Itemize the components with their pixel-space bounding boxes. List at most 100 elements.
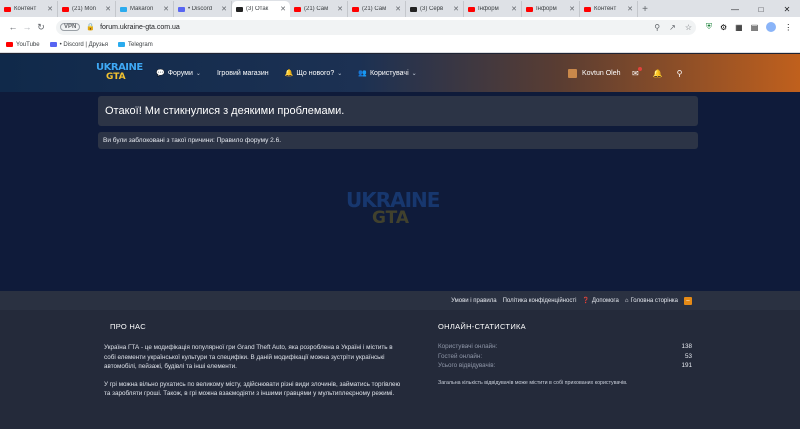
bookmarks-bar: YouTube • Discord | Друзья Telegram (0, 37, 800, 53)
url-text[interactable]: forum.ukraine-gta.com.ua (100, 24, 180, 31)
main-nav: 💬 Форуми ⌄ Ігровий магазин 🔔 Що нового? ⌄ 👥 Кори… (156, 54, 417, 92)
stat-row: Гостей онлайн: 53 (438, 352, 692, 360)
tab-close-icon[interactable]: ✕ (569, 5, 575, 13)
extension-shield-icon[interactable]: ⛨ (706, 22, 712, 32)
help-icon: ❓ (582, 298, 590, 304)
tab-label: Інформ (536, 6, 557, 12)
tab-close-icon[interactable]: ✕ (511, 5, 517, 13)
user-menu[interactable]: Kovtun Oleh (568, 54, 621, 92)
maximize-icon[interactable]: □ (748, 1, 774, 17)
browser-tab[interactable]: Контент ✕ (0, 1, 58, 17)
nav-item[interactable]: 🔔 Що нового? ⌄ (284, 69, 343, 78)
sidebar-icon[interactable]: ▤ (751, 23, 759, 32)
nav-item[interactable]: 👥 Користувачі ⌄ (358, 69, 417, 78)
home-icon: ⌂ (624, 297, 629, 304)
browser-tab[interactable]: • Discord ✕ (174, 1, 232, 17)
profile-avatar-icon[interactable] (766, 22, 777, 32)
footer-link-home[interactable]: ⌂ Головна сторінка (625, 298, 678, 304)
window-controls: — □ ✕ (722, 1, 800, 17)
close-window-icon[interactable]: ✕ (774, 1, 800, 17)
bookmark-favicon-icon (118, 42, 126, 47)
chevron-down-icon[interactable]: ⌄ (337, 70, 342, 77)
tab-close-icon[interactable]: ✕ (280, 5, 286, 13)
bookmark-item[interactable]: YouTube (6, 42, 40, 48)
tab-label: (21) Сам (304, 6, 329, 12)
tab-favicon-icon (4, 6, 11, 12)
zoom-icon[interactable]: ⚲ (654, 23, 660, 32)
reload-icon[interactable]: ↻ (34, 22, 48, 33)
alerts-icon[interactable]: 🔔 (653, 69, 663, 78)
tab-close-icon[interactable]: ✕ (163, 5, 169, 13)
bookmark-label: YouTube (16, 41, 40, 48)
browser-tab[interactable]: (21) Сам ✕ (290, 1, 348, 17)
tab-close-icon[interactable]: ✕ (105, 5, 111, 13)
main-content: Отакої! Ми стикнулися з деякими проблема… (0, 92, 800, 291)
footer-link-terms[interactable]: Умови і правила (451, 298, 497, 304)
tab-close-icon[interactable]: ✕ (453, 5, 459, 13)
footer-links-bar: Умови і правила Політика конфіденційност… (0, 291, 800, 310)
error-title: Отакої! Ми стикнулися з деякими проблема… (98, 96, 698, 126)
omnibox[interactable]: VPN 🔒 forum.ukraine-gta.com.ua ⚲ ↗ ☆ (56, 19, 696, 35)
tab-label: (21) Mon (72, 6, 97, 12)
user-avatar[interactable] (568, 68, 577, 78)
bell-icon: 🔔 (284, 70, 294, 77)
bookmark-label: Telegram (128, 41, 153, 48)
search-icon[interactable]: ⚲ (677, 69, 683, 78)
stats-note: Загальна кількість відвідувачів може міс… (438, 379, 628, 386)
chevron-down-icon[interactable]: ⌄ (196, 70, 201, 77)
bookmark-item[interactable]: • Discord | Друзья (49, 42, 108, 48)
extension-icon[interactable]: ⚙ (720, 23, 727, 32)
tab-close-icon[interactable]: ✕ (47, 5, 53, 13)
tab-favicon-icon (352, 6, 359, 12)
tab-favicon-icon (294, 6, 301, 12)
tab-label: (21) Сам (362, 6, 387, 12)
browser-tab[interactable]: Makaron ✕ (116, 1, 174, 17)
tab-close-icon[interactable]: ✕ (395, 5, 401, 13)
about-paragraph: Україна ГТА - це модифікація популярної … (104, 344, 393, 370)
browser-tab[interactable]: (3) Серв ✕ (406, 1, 464, 17)
tab-favicon-icon (62, 6, 69, 12)
tab-favicon-icon (236, 6, 243, 12)
nav-item-label: Ігровий магазин (216, 69, 269, 77)
browser-tab[interactable]: (21) Mon ✕ (58, 1, 116, 17)
chevron-down-icon[interactable]: ⌄ (412, 70, 417, 77)
users-icon: 👥 (358, 70, 367, 77)
user-name[interactable]: Kovtun Oleh (582, 70, 621, 77)
stats-title: ОНЛАЙН-СТАТИСТИКА (438, 322, 526, 331)
browser-tab-strip: Контент ✕ (21) Mon ✕ Makaron ✕ • Discord ✕ (3) О… (0, 0, 800, 17)
logo-text-line2: GTA (106, 72, 126, 82)
browser-tab[interactable]: (21) Сам ✕ (348, 1, 406, 17)
site-header: UKRAINE GTA 💬 Форуми ⌄ Ігровий магазин 🔔 Що н… (0, 54, 800, 92)
rss-icon[interactable]: ∽ (684, 296, 692, 305)
tab-label: Makaron (130, 6, 154, 12)
back-icon[interactable]: ← (6, 22, 20, 32)
footer-link-help[interactable]: ❓ Допомога (582, 297, 618, 305)
puzzle-icon[interactable]: ▦ (735, 23, 743, 32)
forward-icon[interactable]: → (20, 22, 34, 32)
tab-close-icon[interactable]: ✕ (627, 5, 633, 13)
vpn-badge[interactable]: VPN (60, 23, 81, 31)
tab-close-icon[interactable]: ✕ (221, 5, 227, 13)
nav-item-label: Форуми (167, 69, 193, 77)
bookmark-item[interactable]: Telegram (118, 42, 153, 48)
tab-favicon-icon (178, 6, 185, 12)
menu-kebab-icon[interactable]: ⋮ (784, 23, 792, 32)
nav-item[interactable]: Ігровий магазин (217, 70, 269, 77)
lock-icon[interactable]: 🔒 (86, 23, 95, 31)
footer-link-privacy[interactable]: Політика конфіденційності (503, 298, 577, 304)
bookmark-star-icon[interactable]: ☆ (685, 23, 692, 32)
browser-tab[interactable]: (3) Отак ✕ (232, 1, 290, 17)
browser-tab[interactable]: Інформ ✕ (522, 1, 580, 17)
about-paragraph: У грі можна вільно рухатись по великому … (104, 380, 401, 398)
tab-label: Контент (594, 6, 617, 12)
browser-tab[interactable]: Інформ ✕ (464, 1, 522, 17)
new-tab-button[interactable]: + (638, 1, 652, 17)
inbox-icon[interactable]: ✉ (632, 66, 642, 78)
browser-tab[interactable]: Контент ✕ (580, 1, 638, 17)
tab-close-icon[interactable]: ✕ (337, 5, 343, 13)
nav-item-label: Що нового? (296, 69, 335, 77)
share-icon[interactable]: ↗ (669, 23, 676, 32)
nav-item[interactable]: 💬 Форуми ⌄ (156, 69, 201, 78)
site-logo[interactable]: UKRAINE GTA (96, 60, 143, 86)
minimize-icon[interactable]: — (722, 1, 748, 17)
